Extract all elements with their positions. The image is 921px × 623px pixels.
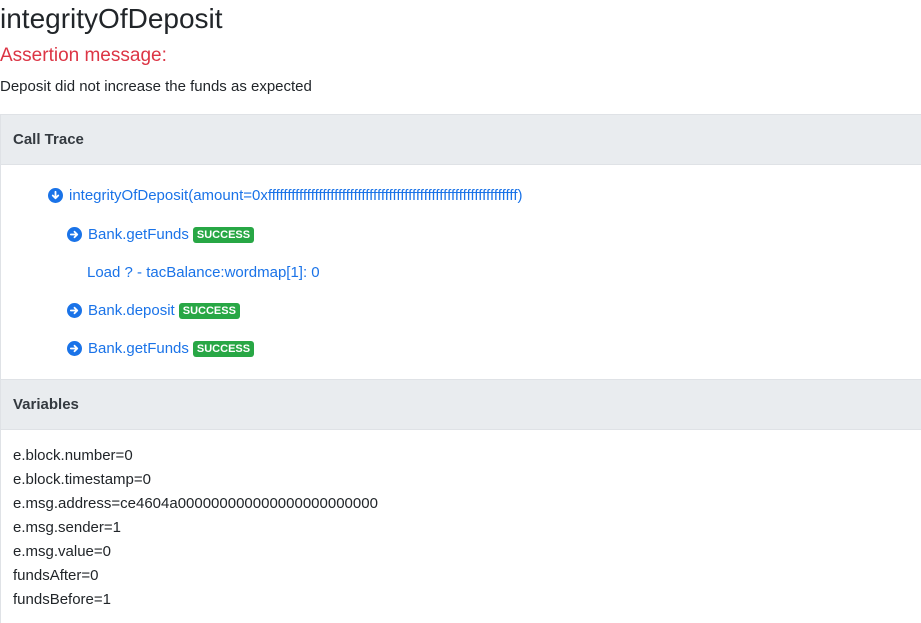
trace-root-label[interactable]: integrityOfDeposit(amount=0xffffffffffff… — [69, 187, 523, 204]
trace-call-label[interactable]: Bank.getFunds — [88, 340, 189, 357]
trace-call-getfunds-1[interactable]: Bank.getFunds SUCCESS — [67, 226, 255, 243]
trace-call-label[interactable]: Bank.deposit — [88, 302, 175, 319]
trace-call-getfunds-2[interactable]: Bank.getFunds SUCCESS — [67, 340, 255, 357]
variables-card: Variables e.block.number=0 e.block.times… — [0, 379, 921, 623]
variables-header[interactable]: Variables — [1, 380, 921, 430]
assertion-message: Deposit did not increase the funds as ex… — [0, 78, 312, 95]
assertion-label: Assertion message: — [0, 45, 167, 66]
call-trace-header[interactable]: Call Trace — [1, 115, 921, 165]
status-badge: SUCCESS — [178, 302, 240, 319]
variable-item: e.msg.address=ce4604a0000000000000000000… — [13, 495, 378, 512]
variables-list: e.block.number=0 e.block.timestamp=0 e.m… — [13, 444, 378, 612]
load-line-label[interactable]: Load ? - tacBalance:wordmap[1]: 0 — [87, 264, 320, 281]
arrow-right-circle-icon[interactable] — [67, 303, 82, 318]
trace-call-deposit[interactable]: Bank.deposit SUCCESS — [67, 302, 240, 319]
variable-item: e.msg.sender=1 — [13, 519, 121, 536]
trace-load-line[interactable]: Load ? - tacBalance:wordmap[1]: 0 — [87, 264, 320, 281]
variable-item: e.block.timestamp=0 — [13, 471, 151, 488]
variable-item: e.block.number=0 — [13, 447, 133, 464]
trace-root[interactable]: integrityOfDeposit(amount=0xffffffffffff… — [48, 187, 523, 204]
variable-item: fundsBefore=1 — [13, 591, 111, 608]
variable-item: fundsAfter=0 — [13, 567, 99, 584]
arrow-right-circle-icon[interactable] — [67, 341, 82, 356]
page-title: integrityOfDeposit — [0, 3, 223, 34]
status-badge: SUCCESS — [192, 226, 255, 243]
call-trace-card: Call Trace integrityOfDeposit(amount=0xf… — [0, 114, 921, 380]
variable-item: e.msg.value=0 — [13, 543, 111, 560]
trace-call-label[interactable]: Bank.getFunds — [88, 226, 189, 243]
arrow-down-circle-icon[interactable] — [48, 188, 63, 203]
arrow-right-circle-icon[interactable] — [67, 227, 82, 242]
status-badge: SUCCESS — [192, 340, 255, 357]
